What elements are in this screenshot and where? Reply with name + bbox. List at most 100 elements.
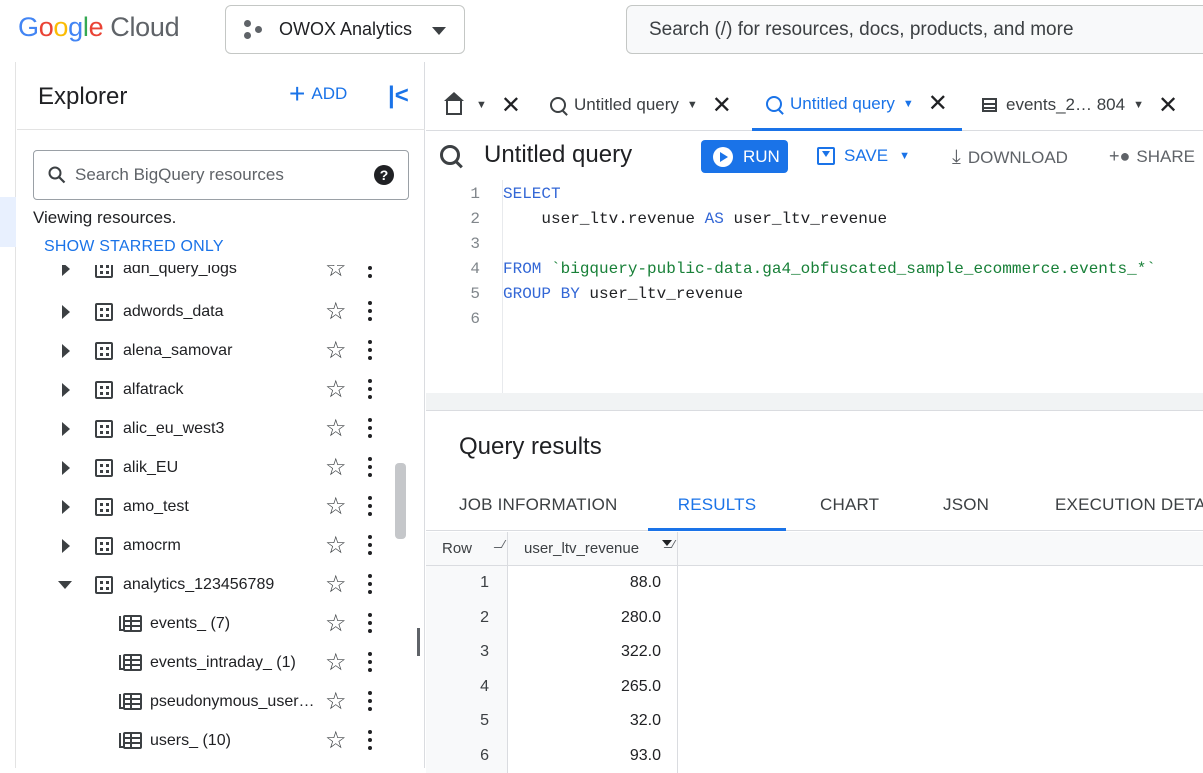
more-vert-icon[interactable] xyxy=(365,535,375,557)
tree-row[interactable]: alfatrack ☆ xyxy=(17,370,412,409)
expand-arrow-icon[interactable] xyxy=(62,265,70,276)
show-starred-link[interactable]: SHOW STARRED ONLY xyxy=(44,238,224,256)
collapse-panel-icon[interactable]: |< xyxy=(388,82,409,110)
tab-chart[interactable]: CHART xyxy=(820,479,879,531)
more-vert-icon[interactable] xyxy=(365,574,375,596)
more-vert-icon[interactable] xyxy=(365,265,375,280)
tab-json[interactable]: JSON xyxy=(943,479,989,531)
add-button[interactable]: + ADD xyxy=(289,84,347,104)
table-row[interactable]: 3322.0 xyxy=(426,635,678,670)
tree-row[interactable]: events_intraday_ (1) ☆ xyxy=(17,643,412,682)
tree-row[interactable]: amo_test ☆ xyxy=(17,487,412,526)
more-vert-icon[interactable] xyxy=(365,613,375,635)
expand-arrow-icon[interactable] xyxy=(62,422,70,436)
more-vert-icon[interactable] xyxy=(365,496,375,518)
caret-down-icon[interactable]: ▼ xyxy=(476,99,487,111)
code-line[interactable]: 2 user_ltv.revenue AS user_ltv_revenue xyxy=(426,206,1203,231)
expand-arrow-icon[interactable] xyxy=(62,344,70,358)
more-vert-icon[interactable] xyxy=(365,652,375,674)
more-vert-icon[interactable] xyxy=(365,457,375,479)
code-line[interactable]: 1SELECT xyxy=(426,181,1203,206)
close-icon[interactable]: ✕ xyxy=(501,91,521,120)
value-cell[interactable]: 265.0 xyxy=(508,670,678,705)
expand-arrow-icon[interactable] xyxy=(62,539,70,553)
tree-row[interactable]: adh_query_logs ☆ xyxy=(17,265,412,288)
close-icon[interactable]: ✕ xyxy=(1158,91,1178,120)
table-row[interactable]: 188.0 xyxy=(426,566,678,601)
column-header-user-ltv-revenue[interactable]: user_ltv_revenue xyxy=(508,532,678,566)
nav-gutter-selected[interactable] xyxy=(0,197,16,247)
table-row[interactable]: 2280.0 xyxy=(426,601,678,636)
value-cell[interactable]: 280.0 xyxy=(508,601,678,636)
more-vert-icon[interactable] xyxy=(365,418,375,440)
resize-handle-icon[interactable] xyxy=(494,540,507,548)
more-vert-icon[interactable] xyxy=(365,340,375,362)
star-icon[interactable]: ☆ xyxy=(325,378,347,402)
star-icon[interactable]: ☆ xyxy=(325,495,347,519)
star-icon[interactable]: ☆ xyxy=(325,690,347,714)
expand-arrow-icon[interactable] xyxy=(62,383,70,397)
tree-row[interactable]: alic_eu_west3 ☆ xyxy=(17,409,412,448)
expand-arrow-icon[interactable] xyxy=(62,305,70,319)
close-icon[interactable]: ✕ xyxy=(928,89,948,118)
tree-row[interactable]: analytics_123456789 ☆ xyxy=(17,565,412,604)
sql-editor[interactable]: 1SELECT2 user_ltv.revenue AS user_ltv_re… xyxy=(426,180,1203,393)
tree-row[interactable]: pseudonymous_user… ☆ xyxy=(17,682,412,721)
value-cell[interactable]: 32.0 xyxy=(508,704,678,739)
tab-job-information[interactable]: JOB INFORMATION xyxy=(459,479,618,531)
explorer-search-input[interactable] xyxy=(75,165,365,185)
value-cell[interactable]: 88.0 xyxy=(508,566,678,601)
table-row[interactable]: 4265.0 xyxy=(426,670,678,705)
caret-down-icon[interactable]: ▼ xyxy=(903,98,914,110)
tree-row[interactable]: events_ (7) ☆ xyxy=(17,604,412,643)
tab-untitled-query-active[interactable]: Untitled query ▼ ✕ xyxy=(752,79,962,131)
expand-arrow-icon[interactable] xyxy=(62,461,70,475)
code-line[interactable]: 4FROM `bigquery-public-data.ga4_obfuscat… xyxy=(426,256,1203,281)
star-icon[interactable]: ☆ xyxy=(325,300,347,324)
explorer-search[interactable]: ? xyxy=(33,150,409,200)
save-button[interactable]: SAVE ▼ xyxy=(817,146,910,166)
global-search-input[interactable] xyxy=(649,19,1203,41)
more-vert-icon[interactable] xyxy=(365,379,375,401)
value-cell[interactable]: 322.0 xyxy=(508,635,678,670)
star-icon[interactable]: ☆ xyxy=(325,265,347,281)
code-line[interactable]: 3 xyxy=(426,231,1203,256)
star-icon[interactable]: ☆ xyxy=(325,651,347,675)
editor-resize-bar[interactable] xyxy=(426,393,1203,411)
tab-execution-details[interactable]: EXECUTION DETAI xyxy=(1055,479,1203,531)
tab-events-table[interactable]: events_2… 804 ▼ ✕ xyxy=(982,79,1178,131)
star-icon[interactable]: ☆ xyxy=(325,417,347,441)
star-icon[interactable]: ☆ xyxy=(325,729,347,753)
run-button[interactable]: RUN xyxy=(701,140,788,173)
more-vert-icon[interactable] xyxy=(365,730,375,752)
collapse-arrow-icon[interactable] xyxy=(58,581,72,589)
code-line[interactable]: 6 xyxy=(426,306,1203,331)
tree-scrollbar[interactable] xyxy=(395,463,406,539)
star-icon[interactable]: ☆ xyxy=(325,573,347,597)
tree-row[interactable]: alik_EU ☆ xyxy=(17,448,412,487)
tab-results[interactable]: RESULTS xyxy=(648,479,786,531)
panel-resize-handle[interactable] xyxy=(417,628,420,656)
tree-row[interactable]: alena_samovar ☆ xyxy=(17,331,412,370)
help-icon[interactable]: ? xyxy=(374,165,394,185)
download-button[interactable]: ⤓ DOWNLOAD xyxy=(952,146,1068,169)
tab-home[interactable]: ▼ ✕ xyxy=(446,79,521,131)
close-icon[interactable]: ✕ xyxy=(712,91,732,120)
more-vert-icon[interactable] xyxy=(365,301,375,323)
global-search[interactable] xyxy=(626,5,1203,54)
star-icon[interactable]: ☆ xyxy=(325,456,347,480)
expand-arrow-icon[interactable] xyxy=(62,500,70,514)
tree-row[interactable]: amocrm ☆ xyxy=(17,526,412,565)
star-icon[interactable]: ☆ xyxy=(325,612,347,636)
star-icon[interactable]: ☆ xyxy=(325,534,347,558)
more-vert-icon[interactable] xyxy=(365,691,375,713)
tree-row[interactable]: users_ (10) ☆ xyxy=(17,721,412,760)
tree-row[interactable]: adwords_data ☆ xyxy=(17,292,412,331)
table-row[interactable]: 532.0 xyxy=(426,704,678,739)
tab-untitled-query[interactable]: Untitled query ▼ ✕ xyxy=(550,79,732,131)
google-cloud-logo[interactable]: GoogleCloud xyxy=(18,12,179,43)
share-button[interactable]: +● SHARE xyxy=(1109,146,1195,167)
project-selector[interactable]: OWOX Analytics xyxy=(225,5,465,54)
code-line[interactable]: 5GROUP BY user_ltv_revenue xyxy=(426,281,1203,306)
star-icon[interactable]: ☆ xyxy=(325,339,347,363)
